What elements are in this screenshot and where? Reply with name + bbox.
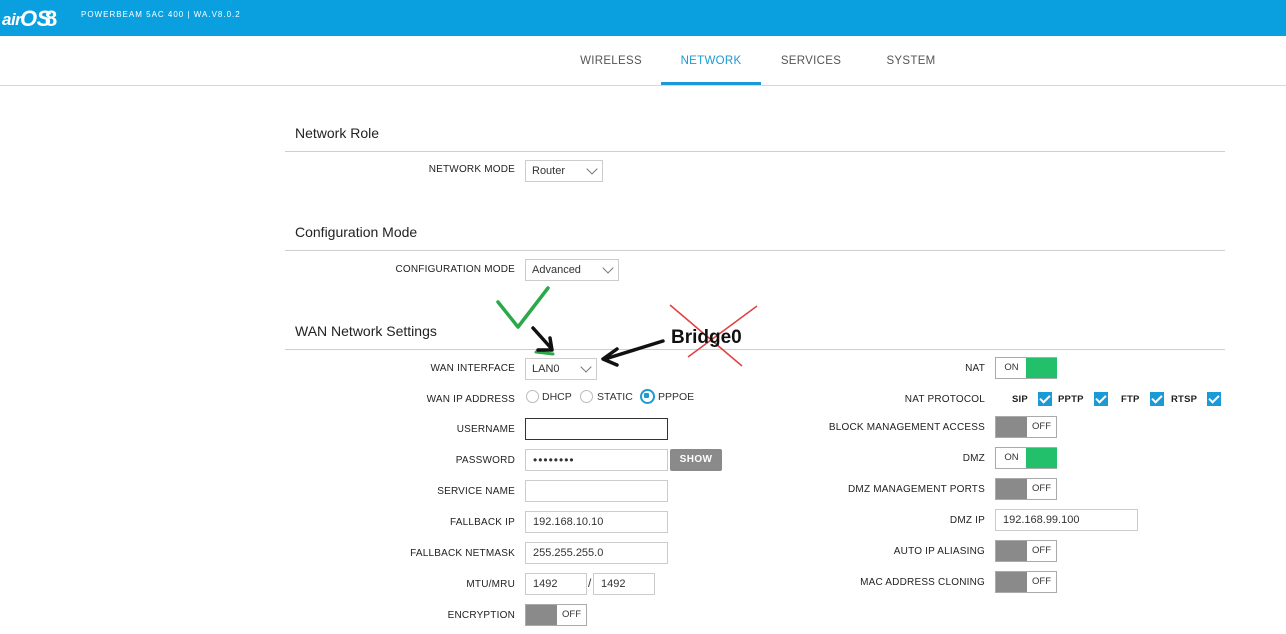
toggle-state: ON [1004, 362, 1019, 373]
block-management-access-toggle[interactable]: OFF [995, 416, 1057, 438]
protocol-ftp-checkbox[interactable] [1150, 392, 1164, 406]
configuration-mode-value: Advanced [532, 264, 581, 276]
toggle-state: OFF [1032, 483, 1051, 494]
radio-static[interactable] [580, 390, 593, 403]
divider [285, 250, 1225, 251]
fallback-netmask-input[interactable]: 255.255.255.0 [525, 542, 668, 564]
toggle-knob [996, 572, 1027, 592]
toggle-knob [1026, 358, 1057, 378]
section-title-wan-settings: WAN Network Settings [295, 323, 437, 339]
arrow-left-head [601, 347, 619, 367]
protocol-sip-label: SIP [1012, 394, 1028, 405]
tab-network[interactable]: NETWORK [661, 36, 761, 85]
toggle-state: OFF [562, 609, 581, 620]
logo-air: air [2, 10, 22, 29]
nat-label: NAT [965, 363, 985, 374]
toggle-knob [996, 479, 1027, 499]
encryption-label: ENCRYPTION [447, 610, 515, 621]
protocol-pptp-checkbox[interactable] [1094, 392, 1108, 406]
protocol-pptp-label: PPTP [1058, 394, 1084, 405]
toggle-state: OFF [1032, 576, 1051, 587]
annotation-overlay [496, 286, 758, 367]
mru-input[interactable]: 1492 [593, 573, 655, 595]
encryption-toggle[interactable]: OFF [525, 604, 587, 626]
fallback-ip-label: FALLBACK IP [449, 517, 515, 528]
dmz-ip-input[interactable]: 192.168.99.100 [995, 509, 1138, 531]
wan-interface-label: WAN INTERFACE [430, 363, 515, 374]
username-input[interactable] [525, 418, 668, 440]
toggle-knob [1026, 448, 1057, 468]
top-bar: air OS 8 POWERBEAM 5AC 400 | WA.V8.0.2 [0, 0, 1286, 36]
check-underline [534, 350, 555, 356]
radio-pppoe[interactable] [640, 389, 655, 404]
auto-ip-aliasing-label: AUTO IP ALIASING [893, 546, 985, 557]
chevron-down-icon [602, 262, 614, 274]
bridge0-annotation-text: Bridge0 [671, 327, 742, 348]
radio-dhcp-label: DHCP [542, 391, 572, 403]
radio-static-label: STATIC [597, 391, 633, 403]
configuration-mode-label: CONFIGURATION MODE [395, 264, 515, 275]
nat-toggle[interactable]: ON [995, 357, 1057, 379]
password-label: PASSWORD [455, 455, 515, 466]
protocol-rtsp-label: RTSP [1171, 394, 1198, 405]
service-name-label: SERVICE NAME [437, 486, 515, 497]
protocol-rtsp-checkbox[interactable] [1207, 392, 1221, 406]
network-mode-value: Router [532, 165, 566, 177]
dmz-management-ports-toggle[interactable]: OFF [995, 478, 1057, 500]
mtu-mru-label: MTU/MRU [466, 579, 515, 590]
toggle-state: OFF [1032, 421, 1051, 432]
toggle-state: ON [1004, 452, 1019, 463]
wan-interface-value: LAN0 [532, 363, 560, 375]
protocol-sip-checkbox[interactable] [1038, 392, 1052, 406]
password-input[interactable]: •••••••• [525, 449, 668, 471]
tab-system[interactable]: SYSTEM [871, 36, 951, 85]
wan-interface-select[interactable]: LAN0 [525, 358, 597, 380]
device-info: POWERBEAM 5AC 400 | WA.V8.0.2 [81, 10, 241, 19]
protocol-ftp-label: FTP [1121, 394, 1140, 405]
network-mode-label: NETWORK MODE [428, 164, 515, 175]
section-title-configuration-mode: Configuration Mode [295, 224, 418, 240]
network-mode-select[interactable]: Router [525, 160, 603, 182]
tab-wireless[interactable]: WIRELESS [571, 36, 651, 85]
section-title-network-role: Network Role [295, 125, 380, 141]
chevron-down-icon [580, 361, 592, 373]
arrow-left-shaft [603, 339, 665, 361]
divider [285, 151, 1225, 152]
fallback-ip-input[interactable]: 192.168.10.10 [525, 511, 668, 533]
logo-version: 8 [45, 6, 58, 31]
dmz-label: DMZ [962, 453, 985, 464]
radio-dhcp[interactable] [526, 390, 539, 403]
mac-address-cloning-toggle[interactable]: OFF [995, 571, 1057, 593]
wan-ip-address-label: WAN IP ADDRESS [426, 394, 515, 405]
service-name-input[interactable] [525, 480, 668, 502]
username-label: USERNAME [456, 424, 515, 435]
fallback-netmask-label: FALLBACK NETMASK [410, 548, 515, 559]
mtu-input[interactable]: 1492 [525, 573, 587, 595]
auto-ip-aliasing-toggle[interactable]: OFF [995, 540, 1057, 562]
show-password-button[interactable]: SHOW [670, 449, 722, 471]
main-tabs: WIRELESS NETWORK SERVICES SYSTEM [0, 36, 1286, 86]
nat-protocol-label: NAT PROTOCOL [904, 394, 985, 405]
dmz-management-ports-label: DMZ MANAGEMENT PORTS [848, 484, 985, 495]
mac-address-cloning-label: MAC ADDRESS CLONING [860, 577, 985, 588]
radio-pppoe-label: PPPOE [658, 391, 695, 403]
arrow-down-shaft [531, 326, 553, 350]
toggle-knob [996, 541, 1027, 561]
dmz-ip-label: DMZ IP [949, 515, 985, 526]
check-mark-icon [496, 286, 550, 329]
dmz-toggle[interactable]: ON [995, 447, 1057, 469]
mtu-separator: / [588, 576, 592, 590]
chevron-down-icon [586, 163, 598, 175]
tab-services[interactable]: SERVICES [771, 36, 851, 85]
block-management-access-label: BLOCK MANAGEMENT ACCESS [828, 422, 985, 433]
configuration-mode-select[interactable]: Advanced [525, 259, 619, 281]
toggle-knob [526, 605, 557, 625]
toggle-knob [996, 417, 1027, 437]
divider [285, 349, 1225, 350]
toggle-state: OFF [1032, 545, 1051, 556]
